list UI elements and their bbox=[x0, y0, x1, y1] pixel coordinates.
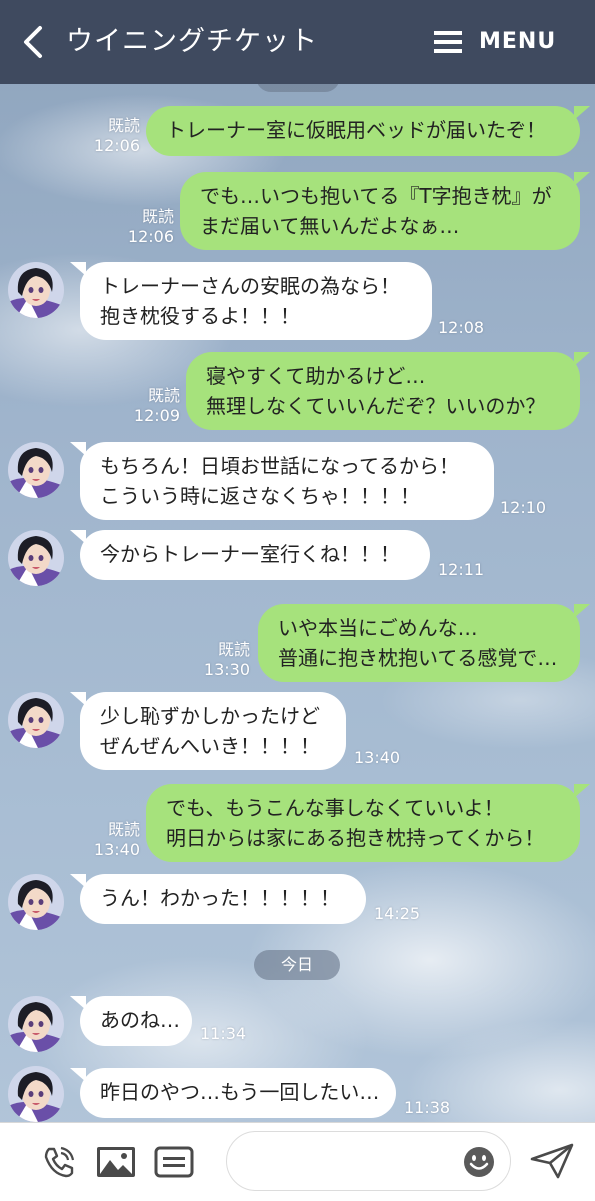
message-time: 11:38 bbox=[404, 1098, 451, 1117]
read-label: 既読 bbox=[217, 640, 250, 659]
incoming-message[interactable]: 昨日のやつ…もう一回したい… bbox=[80, 1068, 396, 1118]
contact-avatar[interactable] bbox=[8, 1066, 64, 1122]
contact-avatar[interactable] bbox=[8, 442, 64, 498]
message-time: 12:09 bbox=[133, 406, 180, 425]
avatar-image bbox=[8, 530, 64, 586]
read-label: 既読 bbox=[141, 207, 174, 226]
message-time: 12:06 bbox=[93, 136, 140, 155]
bubble-tail bbox=[574, 172, 590, 186]
avatar-image bbox=[8, 1066, 64, 1122]
avatar-image bbox=[8, 996, 64, 1052]
message-line: うん！わかった！！！！！ bbox=[100, 886, 340, 910]
avatar-image bbox=[8, 442, 64, 498]
read-label: 既読 bbox=[147, 386, 180, 405]
read-receipt: 既読 12:06 bbox=[80, 116, 140, 156]
outgoing-message[interactable]: トレーナー室に仮眠用ベッドが届いたぞ！ bbox=[146, 106, 580, 156]
image-icon bbox=[97, 1147, 135, 1177]
bubble-tail bbox=[70, 530, 86, 544]
avatar-image bbox=[8, 262, 64, 318]
menu-label: MENU bbox=[479, 29, 557, 54]
message-time: 12:10 bbox=[500, 498, 547, 517]
incoming-message[interactable]: うん！わかった！！！！！ bbox=[80, 874, 366, 924]
bubble-tail bbox=[70, 262, 86, 276]
read-label: 既読 bbox=[107, 116, 140, 135]
send-button[interactable] bbox=[528, 1141, 576, 1181]
avatar-image bbox=[8, 692, 64, 748]
outgoing-message[interactable]: いや本当にごめんな… 普通に抱き枕抱いてる感覚で… bbox=[258, 604, 580, 682]
message-time: 12:11 bbox=[438, 560, 485, 579]
message-time: 13:40 bbox=[354, 748, 401, 767]
contact-avatar[interactable] bbox=[8, 692, 64, 748]
read-label: 既読 bbox=[107, 820, 140, 839]
contact-avatar[interactable] bbox=[8, 996, 64, 1052]
message-line: 無理しなくていいんだぞ？いいのか？ bbox=[206, 394, 546, 418]
bubble-tail bbox=[70, 1068, 86, 1082]
message-line: でも、もうこんな事しなくていいよ！ bbox=[166, 796, 504, 820]
bubble-tail bbox=[70, 442, 86, 456]
message-line: ぜんぜんへいき！！！！ bbox=[100, 734, 320, 758]
message-time: 11:34 bbox=[200, 1024, 247, 1043]
message-line: 寝やすくて助かるけど… bbox=[206, 364, 426, 388]
message-time: 13:40 bbox=[93, 840, 140, 859]
menu-button[interactable]: MENU bbox=[434, 22, 564, 62]
bubble-tail bbox=[70, 692, 86, 706]
chat-header: ウイニングチケット MENU bbox=[0, 0, 595, 84]
image-button[interactable] bbox=[96, 1146, 136, 1178]
call-button[interactable] bbox=[40, 1143, 78, 1181]
read-receipt: 既読 13:40 bbox=[80, 820, 140, 860]
message-line: まだ届いて無いんだよなぁ… bbox=[200, 214, 460, 238]
read-receipt: 既読 13:30 bbox=[190, 640, 250, 680]
bubble-tail bbox=[574, 106, 590, 120]
message-time: 12:08 bbox=[438, 318, 485, 337]
read-receipt: 既読 12:09 bbox=[120, 386, 180, 426]
send-icon bbox=[530, 1143, 574, 1179]
incoming-message[interactable]: 今からトレーナー室行くね！！！ bbox=[80, 530, 430, 580]
chevron-left-icon bbox=[24, 26, 42, 58]
phone-icon bbox=[44, 1146, 75, 1178]
incoming-message[interactable]: トレーナーさんの安眠の為なら！ 抱き枕役するよ！！！ bbox=[80, 262, 432, 340]
bubble-tail bbox=[70, 996, 86, 1010]
message-line: 昨日のやつ…もう一回したい… bbox=[100, 1080, 380, 1104]
contact-avatar[interactable] bbox=[8, 874, 64, 930]
chat-title: ウイニングチケット bbox=[66, 26, 318, 57]
message-line: こういう時に返さなくちゃ！！！！ bbox=[100, 484, 420, 508]
hamburger-icon bbox=[434, 31, 462, 53]
message-line: あのね… bbox=[100, 1008, 180, 1032]
date-chip-today: 今日 bbox=[254, 950, 340, 980]
emoji-button[interactable] bbox=[462, 1145, 496, 1179]
bubble-tail bbox=[574, 352, 590, 366]
contact-avatar[interactable] bbox=[8, 530, 64, 586]
incoming-message[interactable]: 少し恥ずかしかったけど ぜんぜんへいき！！！！ bbox=[80, 692, 346, 770]
read-receipt: 既読 12:06 bbox=[114, 207, 174, 247]
message-line: もちろん！日頃お世話になってるから！ bbox=[100, 454, 459, 478]
smiley-icon bbox=[464, 1147, 494, 1177]
card-button[interactable] bbox=[154, 1146, 194, 1178]
message-line: 普通に抱き枕抱いてる感覚で… bbox=[278, 646, 558, 670]
incoming-message[interactable]: もちろん！日頃お世話になってるから！ こういう時に返さなくちゃ！！！！ bbox=[80, 442, 494, 520]
message-line: 明日からは家にある抱き枕持ってくから！ bbox=[166, 826, 545, 850]
outgoing-message[interactable]: でも…いつも抱いてる『T字抱き枕』が まだ届いて無いんだよなぁ… bbox=[180, 172, 580, 250]
message-time: 13:30 bbox=[203, 660, 250, 679]
message-line: でも…いつも抱いてる『T字抱き枕』が bbox=[200, 184, 552, 208]
message-line: 抱き枕役するよ！！！ bbox=[100, 304, 300, 328]
incoming-message[interactable]: あのね… bbox=[80, 996, 192, 1046]
contact-avatar[interactable] bbox=[8, 262, 64, 318]
message-time: 12:06 bbox=[127, 227, 174, 246]
message-line: いや本当にごめんな… bbox=[278, 616, 478, 640]
card-icon bbox=[154, 1146, 194, 1178]
bubble-tail bbox=[574, 784, 590, 798]
bubble-tail bbox=[70, 874, 86, 888]
message-line: トレーナーさんの安眠の為なら！ bbox=[100, 274, 400, 298]
message-time: 14:25 bbox=[374, 904, 421, 923]
message-line: 今からトレーナー室行くね！！！ bbox=[100, 542, 400, 566]
outgoing-message[interactable]: でも、もうこんな事しなくていいよ！ 明日からは家にある抱き枕持ってくから！ bbox=[146, 784, 580, 862]
avatar-image bbox=[8, 874, 64, 930]
message-line: 少し恥ずかしかったけど bbox=[100, 704, 320, 728]
back-button[interactable] bbox=[14, 22, 52, 62]
bubble-tail bbox=[574, 604, 590, 618]
outgoing-message[interactable]: 寝やすくて助かるけど… 無理しなくていいんだぞ？いいのか？ bbox=[186, 352, 580, 430]
message-line: トレーナー室に仮眠用ベッドが届いたぞ！ bbox=[166, 118, 546, 142]
